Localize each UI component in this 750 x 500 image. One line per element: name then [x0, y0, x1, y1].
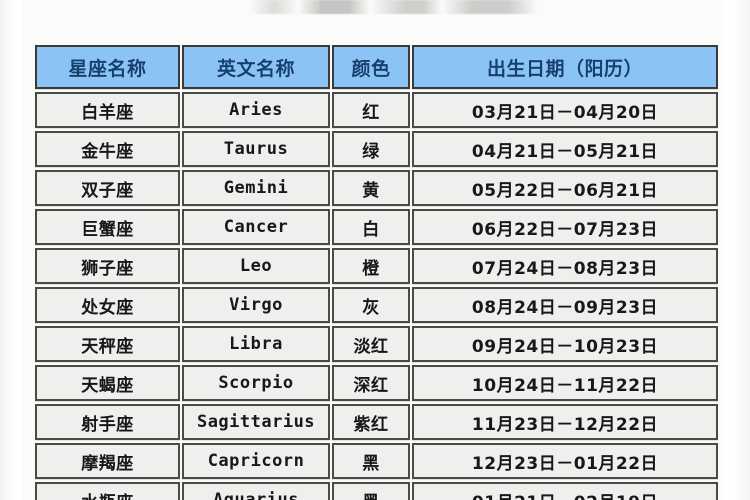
- cell-en: Libra: [182, 326, 330, 362]
- cell-date: 09月24日－10月23日: [412, 326, 718, 362]
- table-row: 天秤座 Libra 淡红 09月24日－10月23日: [35, 326, 718, 362]
- zodiac-reference-table: 星座名称 英文名称 颜色 出生日期（阳历） 白羊座 Aries 红 03月21日－04…: [33, 42, 720, 500]
- cell-en: Aquarius: [182, 482, 330, 500]
- page-left-margin: [0, 0, 22, 500]
- table-header: 星座名称 英文名称 颜色 出生日期（阳历）: [35, 45, 718, 89]
- cell-date: 10月24日－11月22日: [412, 365, 718, 401]
- cell-name: 双子座: [35, 170, 180, 206]
- cell-name: 处女座: [35, 287, 180, 323]
- cell-en: Scorpio: [182, 365, 330, 401]
- cell-en: Sagittarius: [182, 404, 330, 440]
- table-header-row: 星座名称 英文名称 颜色 出生日期（阳历）: [35, 45, 718, 89]
- cell-color: 淡红: [332, 326, 410, 362]
- cell-color: 绿: [332, 131, 410, 167]
- table-row: 射手座 Sagittarius 紫红 11月23日－12月22日: [35, 404, 718, 440]
- cell-en: Taurus: [182, 131, 330, 167]
- cell-color: 紫红: [332, 404, 410, 440]
- column-header-birth-date: 出生日期（阳历）: [412, 45, 718, 89]
- cell-name: 天秤座: [35, 326, 180, 362]
- table-row: 金牛座 Taurus 绿 04月21日－05月21日: [35, 131, 718, 167]
- cell-en: Capricorn: [182, 443, 330, 479]
- cell-name: 射手座: [35, 404, 180, 440]
- cell-name: 水瓶座: [35, 482, 180, 500]
- cell-en: Aries: [182, 92, 330, 128]
- cell-color: 深红: [332, 365, 410, 401]
- cell-en: Cancer: [182, 209, 330, 245]
- cell-date: 12月23日－01月22日: [412, 443, 718, 479]
- table-row: 水瓶座Aquarius黑01月21日－02月19日: [35, 482, 718, 500]
- cell-name: 金牛座: [35, 131, 180, 167]
- cell-date: 07月24日－08月23日: [412, 248, 718, 284]
- zodiac-table-container: 星座名称 英文名称 颜色 出生日期（阳历） 白羊座 Aries 红 03月21日－04…: [33, 42, 718, 500]
- page-right-margin: [724, 0, 750, 500]
- cell-color: 黑: [332, 443, 410, 479]
- cell-color: 红: [332, 92, 410, 128]
- cell-name: 天蝎座: [35, 365, 180, 401]
- table-row: 白羊座 Aries 红 03月21日－04月20日: [35, 92, 718, 128]
- cell-date: 03月21日－04月20日: [412, 92, 718, 128]
- cell-date: 11月23日－12月22日: [412, 404, 718, 440]
- scan-artifact-strip: [250, 0, 550, 14]
- cell-name: 摩羯座: [35, 443, 180, 479]
- cell-date: 04月21日－05月21日: [412, 131, 718, 167]
- cell-en: Leo: [182, 248, 330, 284]
- column-header-zodiac-name: 星座名称: [35, 45, 180, 89]
- cell-color: 黄: [332, 170, 410, 206]
- table-row: 天蝎座 Scorpio 深红 10月24日－11月22日: [35, 365, 718, 401]
- cell-en: Gemini: [182, 170, 330, 206]
- cell-color: 橙: [332, 248, 410, 284]
- cell-en: Virgo: [182, 287, 330, 323]
- cell-color: 灰: [332, 287, 410, 323]
- column-header-english-name: 英文名称: [182, 45, 330, 89]
- cell-date: 08月24日－09月23日: [412, 287, 718, 323]
- cell-date: 01月21日－02月19日: [412, 482, 718, 500]
- cell-date: 05月22日－06月21日: [412, 170, 718, 206]
- column-header-color: 颜色: [332, 45, 410, 89]
- table-row: 摩羯座 Capricorn 黑 12月23日－01月22日: [35, 443, 718, 479]
- table-row: 双子座 Gemini 黄 05月22日－06月21日: [35, 170, 718, 206]
- table-row: 狮子座 Leo 橙 07月24日－08月23日: [35, 248, 718, 284]
- cell-name: 巨蟹座: [35, 209, 180, 245]
- cell-color: 黑: [332, 482, 410, 500]
- table-row: 巨蟹座 Cancer 白 06月22日－07月23日: [35, 209, 718, 245]
- cell-name: 白羊座: [35, 92, 180, 128]
- cell-date: 06月22日－07月23日: [412, 209, 718, 245]
- table-row: 处女座 Virgo 灰 08月24日－09月23日: [35, 287, 718, 323]
- table-body: 白羊座 Aries 红 03月21日－04月20日 金牛座 Taurus 绿 04月21日－0…: [35, 92, 718, 500]
- cell-color: 白: [332, 209, 410, 245]
- page-root: 星座名称 英文名称 颜色 出生日期（阳历） 白羊座 Aries 红 03月21日－04…: [0, 0, 750, 500]
- cell-name: 狮子座: [35, 248, 180, 284]
